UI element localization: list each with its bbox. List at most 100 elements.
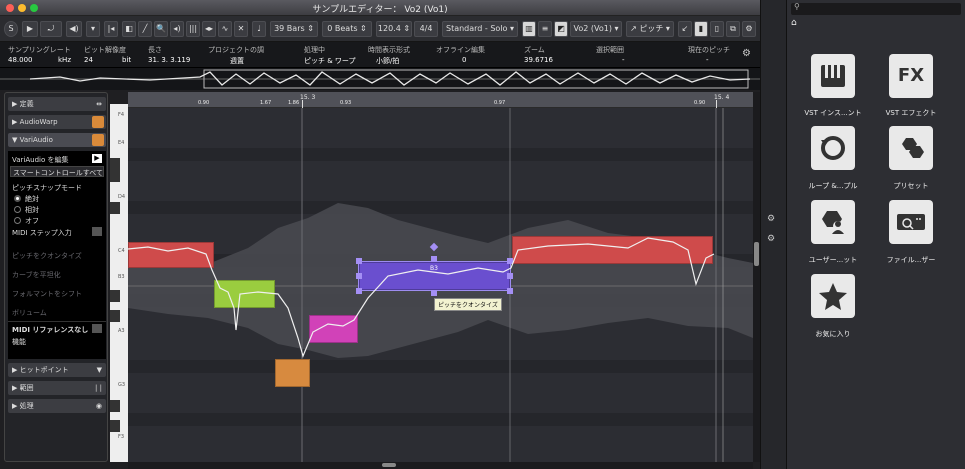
monitor-icon[interactable]: ◂▸ [202,21,216,37]
toolbar: S ▶ ⤾ ◀) ▾ |◂ ◧ ╱ 🔍 ◂) ||| ◂▸ ∿ ✕ ♩ 39 B… [0,16,760,42]
midi-reference-toggle[interactable] [92,324,102,333]
shift-formant-command[interactable]: フォルマントをシフト [12,289,82,299]
speaker-icon[interactable]: ◀) [66,21,82,37]
key-label: B3 [118,274,125,280]
black-key[interactable] [110,400,120,412]
beats-field[interactable]: 0 Beats ⇕ [322,21,372,37]
edit-variaudio-play-icon[interactable]: ▶ [92,154,102,163]
warp-marker[interactable]: 0.90 [694,100,705,106]
event-select[interactable]: Vo2 (Vo1) ▾ [570,21,622,37]
ruler[interactable]: 15. 3 15. 4 0.90 1.67 1.86 0.93 0.97 0.9… [128,92,753,108]
collapse-icon[interactable]: ↙ [678,21,692,37]
region-icon[interactable]: ◩ [554,21,568,37]
list-icon[interactable]: ≡ [538,21,552,37]
layout-left-icon[interactable]: ▮ [694,21,708,37]
warp-marker[interactable]: 0.93 [340,100,351,106]
tempo-field[interactable]: 120.4 ⇕ [376,21,412,37]
info-value: 24 [84,56,93,64]
process-icon: ◉ [95,402,102,410]
cross-icon[interactable]: ✕ [234,21,248,37]
section-hitpoint[interactable]: ▶ ヒットポイント ▼ [8,363,106,377]
warp-marker[interactable]: 0.90 [198,100,209,106]
window-icon[interactable]: ⧉ [726,21,740,37]
loop-playback-icon[interactable]: ⤾ [40,21,62,37]
loops-samples-tile[interactable] [811,126,855,170]
horizontal-scrollbar[interactable] [128,462,753,469]
pitch-select[interactable]: ↗ ピッチ ▾ [626,21,674,37]
straighten-curve-command[interactable]: カーブを平坦化 [12,270,61,280]
warp-marker[interactable]: 1.67 [260,100,271,106]
bars-value: 39 Bars [274,24,305,33]
warp-icon[interactable]: ∿ [218,21,232,37]
select-tool-icon[interactable]: ◧ [122,21,136,37]
info-value: 小節/拍 [376,57,400,65]
dropdown-icon[interactable]: ▾ [86,21,100,37]
metronome-icon[interactable]: ♩ [252,21,266,37]
radio-absolute[interactable] [14,195,21,202]
signature-field[interactable]: 4/4 [414,21,438,37]
section-range-label: 範囲 [19,384,34,392]
key-label: F4 [118,112,125,118]
play-icon[interactable]: ▶ [22,21,38,37]
title-bar: サンプルエディター： Vo2 (Vo1) [0,0,760,16]
quantize-pitch-command[interactable]: ピッチをクオンタイズ [12,251,82,261]
black-key[interactable] [110,290,120,302]
black-key[interactable] [110,158,120,182]
section-audiowarp-label: AudioWarp [19,118,58,126]
section-definition[interactable]: ▶ 定義 ⇹ [8,97,106,111]
radio-relative[interactable] [14,206,21,213]
section-variaudio[interactable]: ▼ VariAudio [8,133,106,147]
solo-button[interactable]: S [4,21,18,37]
piano-view-icon[interactable]: ▥ [522,21,536,37]
info-settings-gear-icon[interactable]: ⚙ [742,48,751,59]
editor-grid[interactable]: B3 ピッチをクオンタイズ [128,108,753,462]
overview-waveform[interactable] [0,68,760,90]
section-range[interactable]: ▶ 範囲 | | [8,381,106,395]
divider [8,321,106,322]
ruler-tick [716,100,717,108]
info-value: - [622,56,625,64]
snap-start-icon[interactable]: |◂ [104,21,118,37]
home-icon[interactable]: ⌂ [791,18,797,28]
midi-step-input-label: MIDI ステップ入力 [12,229,72,237]
editor-scrollbar[interactable] [753,92,760,462]
volume-command[interactable]: ボリューム [12,308,47,318]
mode-select[interactable]: Standard - Solo ▾ [442,21,518,37]
section-variaudio-label: VariAudio [19,136,53,144]
radio-off[interactable] [14,217,21,224]
vst-effects-tile[interactable]: FX [889,54,933,98]
section-audiowarp[interactable]: ▶ AudioWarp [8,115,106,129]
warp-marker[interactable]: 1.86 [288,100,299,106]
smart-control-select[interactable]: スマートコントロールすべて [10,166,104,177]
settings-gear-icon[interactable]: ⚙ [742,21,756,37]
strip-gear-icon[interactable]: ⚙ [767,234,775,244]
section-process[interactable]: ▶ 処理 ◉ [8,399,106,413]
midi-step-toggle[interactable] [92,227,102,236]
bars-field[interactable]: 39 Bars ⇕ [270,21,318,37]
black-key[interactable] [110,310,120,322]
black-key[interactable] [110,420,120,432]
section-process-label: 処理 [19,402,34,410]
function-select[interactable]: 機能 [12,337,26,347]
warp-marker[interactable]: 0.97 [494,100,505,106]
pencil-tool-icon[interactable]: ╱ [138,21,152,37]
h-scroll-thumb[interactable] [382,463,396,467]
audition-icon[interactable]: ◂) [170,21,184,37]
file-browser-tile[interactable] [889,200,933,244]
info-line: サンプリングレート ビット解像度 長さ プロジェクトの調 処理中 時間表示形式 … [0,42,760,68]
key-label: A3 [118,328,125,334]
presets-tile[interactable] [889,126,933,170]
scroll-thumb[interactable] [754,242,759,266]
strip-gear-icon[interactable]: ⚙ [767,214,775,224]
piano-keyboard[interactable]: F4 E4 D4 C4 B3 A3 G3 F3 [110,104,128,462]
favorites-tile[interactable] [811,274,855,318]
search-input[interactable]: ⚲ [791,2,961,15]
vst-instruments-tile[interactable] [811,54,855,98]
black-key[interactable] [110,202,120,214]
user-presets-tile[interactable] [811,200,855,244]
key-label: G3 [118,382,126,388]
zoom-tool-icon[interactable]: 🔍 [154,21,168,37]
layout-right-icon[interactable]: ▯ [710,21,724,37]
key-label: E4 [118,140,125,146]
scrub-icon[interactable]: ||| [186,21,200,37]
